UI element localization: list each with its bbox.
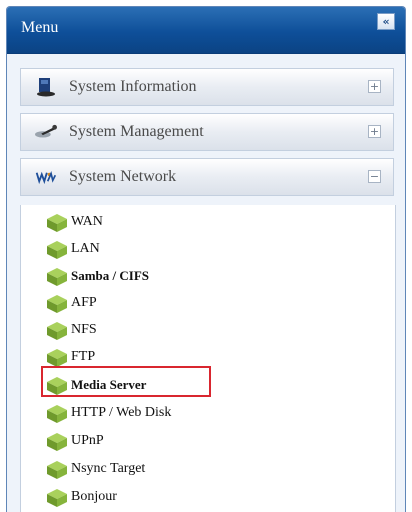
submenu-item-nsync-target[interactable]: Nsync Target xyxy=(45,458,325,482)
section-system-information[interactable]: System Information + xyxy=(20,68,394,106)
cube-icon xyxy=(47,214,67,232)
menu-panel: Menu « System Information + System Manag… xyxy=(6,6,406,512)
section-label: System Information xyxy=(69,78,197,95)
submenu-item-lan[interactable]: LAN xyxy=(45,238,325,262)
submenu-item-label: NFS xyxy=(71,322,97,337)
section-system-network[interactable]: System Network − xyxy=(20,158,394,196)
cube-icon xyxy=(47,349,67,367)
submenu-item-label: FTP xyxy=(71,349,96,364)
system-management-icon xyxy=(35,124,57,138)
submenu-item-label: AFP xyxy=(71,295,97,310)
cube-icon xyxy=(47,322,67,340)
menu-header: Menu « xyxy=(7,7,405,54)
submenu-item-afp[interactable]: AFP xyxy=(45,292,325,316)
submenu-item-label: UPnP xyxy=(71,433,104,448)
submenu-item-upnp[interactable]: UPnP xyxy=(45,430,325,454)
cube-icon xyxy=(47,405,67,423)
cube-icon xyxy=(47,461,67,479)
collapse-menu-button[interactable]: « xyxy=(377,13,395,30)
cube-icon xyxy=(47,489,67,507)
system-network-submenu: WAN LAN Samba / CIFS AFP NFS FTP Media S… xyxy=(20,205,396,512)
submenu-item-label: HTTP / Web Disk xyxy=(71,405,172,420)
section-label: System Management xyxy=(69,123,204,140)
expand-icon[interactable]: + xyxy=(368,125,381,138)
system-information-icon xyxy=(37,78,55,97)
section-label: System Network xyxy=(69,168,177,185)
submenu-item-samba-cifs[interactable]: Samba / CIFS xyxy=(45,265,325,289)
submenu-item-label: LAN xyxy=(71,241,100,256)
submenu-item-nfs[interactable]: NFS xyxy=(45,319,325,343)
submenu-item-http-web-disk[interactable]: HTTP / Web Disk xyxy=(45,402,325,426)
menu-title: Menu xyxy=(21,19,59,36)
expand-icon[interactable]: + xyxy=(368,80,381,93)
cube-icon xyxy=(47,268,67,286)
media-server-highlight xyxy=(41,366,211,397)
submenu-item-bonjour[interactable]: Bonjour xyxy=(45,486,325,510)
cube-icon xyxy=(47,433,67,451)
submenu-item-label: Nsync Target xyxy=(71,461,146,476)
submenu-item-label: WAN xyxy=(71,214,103,229)
cube-icon xyxy=(47,241,67,259)
submenu-item-wan[interactable]: WAN xyxy=(45,211,325,235)
section-system-management[interactable]: System Management + xyxy=(20,113,394,151)
collapse-icon[interactable]: − xyxy=(368,170,381,183)
submenu-item-label: Samba / CIFS xyxy=(71,268,150,283)
system-network-icon xyxy=(35,171,57,185)
cube-icon xyxy=(47,295,67,313)
submenu-item-label: Bonjour xyxy=(71,489,117,504)
